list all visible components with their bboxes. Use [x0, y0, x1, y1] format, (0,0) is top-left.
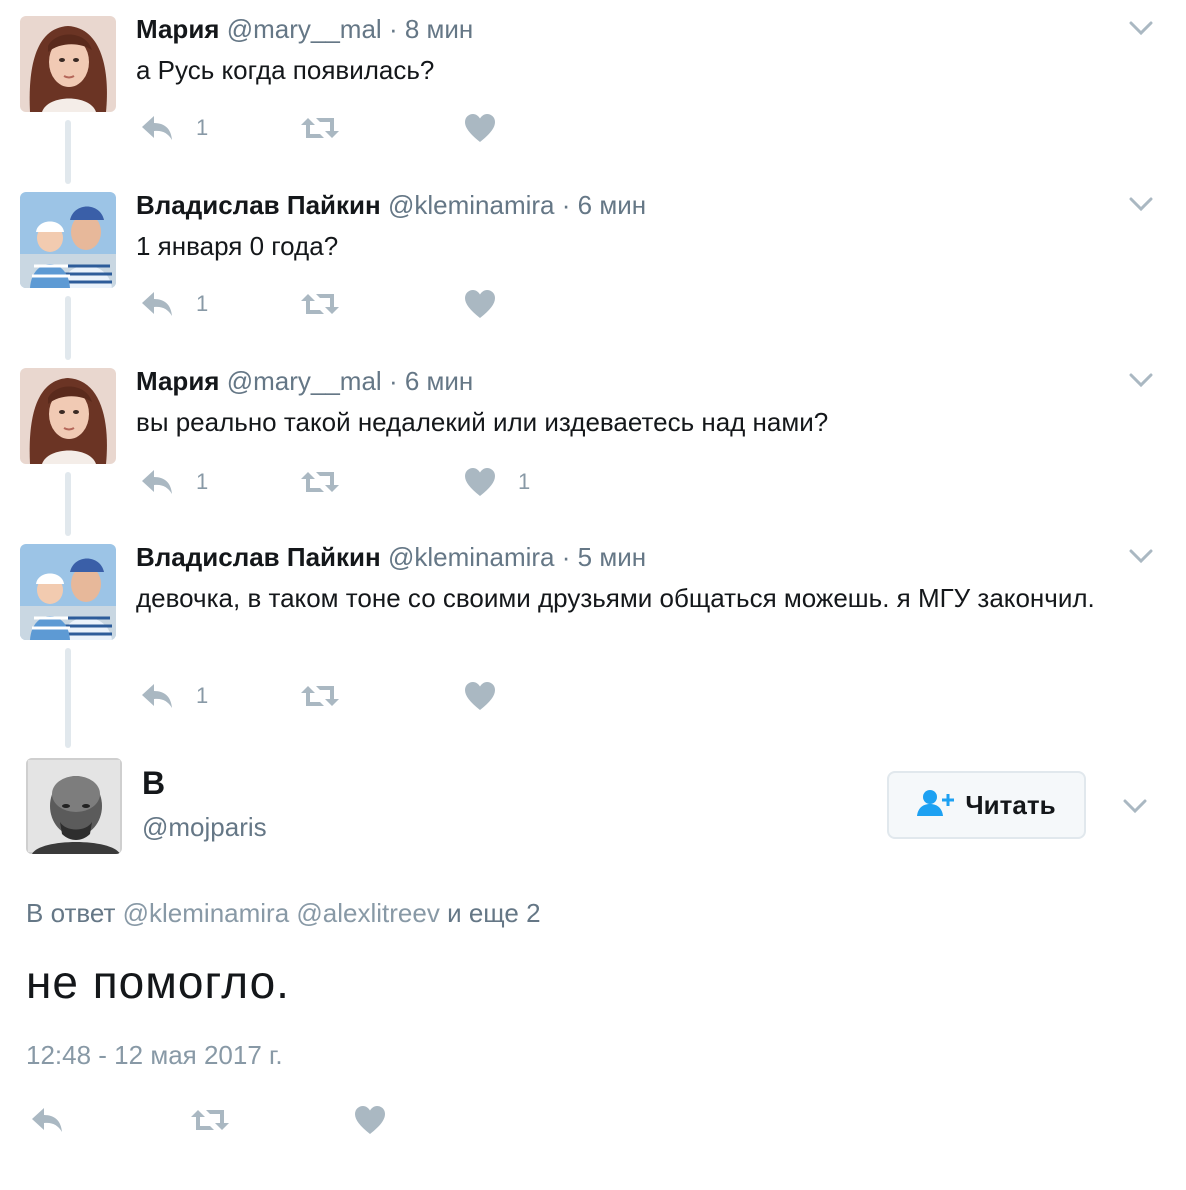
tweet-actions: 1 [136, 108, 636, 148]
author-handle[interactable]: @mary__mal [227, 366, 382, 396]
more-mentions[interactable]: и еще 2 [447, 898, 540, 928]
tweet-timestamp[interactable]: 12:48 - 12 мая 2017 г. [26, 1040, 283, 1071]
like-count: 1 [518, 469, 531, 494]
avatar[interactable] [26, 758, 122, 854]
tweet-time[interactable]: 5 мин [578, 542, 646, 572]
tweet-header: Мария @mary__mal · 6 мин [136, 366, 473, 397]
retweet-icon [300, 290, 340, 318]
add-user-icon [917, 789, 955, 822]
reply-icon [140, 682, 174, 710]
separator-dot: · [561, 190, 571, 220]
like-button[interactable] [354, 1100, 386, 1140]
chevron-down-icon[interactable] [1128, 194, 1154, 214]
heart-icon [464, 113, 496, 143]
tweet-text: а Русь когда появилась? [136, 55, 435, 85]
woman-avatar-image [20, 368, 116, 464]
retweet-button[interactable] [300, 284, 362, 324]
reply-button[interactable] [30, 1100, 64, 1140]
reply-button[interactable]: 1 [140, 676, 208, 716]
tweet-text: девочка, в таком тоне со своими друзьями… [136, 583, 1095, 613]
tweet-time[interactable]: 6 мин [405, 366, 473, 396]
retweet-icon [190, 1106, 230, 1134]
reply-prefix: В ответ [26, 898, 116, 928]
follow-label: Читать [965, 789, 1056, 820]
author-name[interactable]: Мария [136, 14, 219, 44]
mention-link[interactable]: @kleminamira [123, 898, 290, 928]
thread-line [65, 648, 71, 748]
reply-icon [140, 290, 174, 318]
tweet-text: 1 января 0 года? [136, 231, 339, 261]
follow-button[interactable]: Читать [887, 771, 1086, 839]
author-handle[interactable]: @mojparis [142, 812, 267, 843]
separator-dot: · [561, 542, 571, 572]
author-name[interactable]: Владислав Пайкин [136, 542, 381, 572]
reply-count: 1 [196, 291, 209, 316]
man-with-child-avatar-image [20, 544, 116, 640]
reply-icon [30, 1106, 64, 1134]
chevron-down-icon[interactable] [1128, 370, 1154, 390]
heart-icon [464, 467, 496, 497]
author-handle[interactable]: @kleminamira [388, 190, 555, 220]
chevron-down-icon[interactable] [1128, 546, 1154, 566]
reply-button[interactable]: 1 [140, 284, 208, 324]
author-name[interactable]: Мария [136, 366, 219, 396]
reply-icon [140, 114, 174, 142]
heart-icon [464, 289, 496, 319]
mention-link[interactable]: @alexlitreev [296, 898, 439, 928]
retweet-icon [300, 682, 340, 710]
man-with-child-avatar-image [20, 192, 116, 288]
avatar[interactable] [20, 544, 116, 640]
author-name[interactable]: Владислав Пайкин [136, 190, 381, 220]
thread-line [65, 120, 71, 184]
reply-count: 1 [196, 115, 209, 140]
like-button[interactable] [464, 108, 518, 148]
tweet-header: Владислав Пайкин @kleminamira · 5 мин [136, 542, 646, 573]
reply-count: 1 [196, 683, 209, 708]
like-button[interactable]: 1 [464, 462, 530, 502]
bald-man-avatar-image [26, 758, 122, 854]
author-name[interactable]: B [142, 765, 165, 802]
retweet-button[interactable] [190, 1100, 230, 1140]
retweet-icon [300, 114, 340, 142]
retweet-button[interactable] [300, 462, 362, 502]
avatar[interactable] [20, 16, 116, 112]
heart-icon [354, 1105, 386, 1135]
tweet-header: Мария @mary__mal · 8 мин [136, 14, 473, 45]
tweet-actions [26, 1100, 526, 1140]
reply-count: 1 [196, 469, 209, 494]
author-handle[interactable]: @mary__mal [227, 14, 382, 44]
retweet-button[interactable] [300, 676, 362, 716]
like-button[interactable] [464, 676, 518, 716]
separator-dot: · [388, 14, 398, 44]
tweet-text: вы реально такой недалекий или издеваете… [136, 407, 829, 437]
heart-icon [464, 681, 496, 711]
thread-line [65, 296, 71, 360]
reply-icon [140, 468, 174, 496]
separator-dot: · [388, 366, 398, 396]
like-button[interactable] [464, 284, 518, 324]
avatar[interactable] [20, 192, 116, 288]
tweet-actions: 1 1 [136, 462, 636, 502]
main-tweet-text: не помогло. [26, 956, 290, 1008]
author-handle[interactable]: @kleminamira [388, 542, 555, 572]
tweet-actions: 1 [136, 284, 636, 324]
chevron-down-icon[interactable] [1122, 796, 1148, 816]
avatar[interactable] [20, 368, 116, 464]
tweet-time[interactable]: 6 мин [578, 190, 646, 220]
chevron-down-icon[interactable] [1128, 18, 1154, 38]
tweet-header: Владислав Пайкин @kleminamira · 6 мин [136, 190, 646, 221]
reply-button[interactable]: 1 [140, 462, 208, 502]
reply-button[interactable]: 1 [140, 108, 208, 148]
tweet-time[interactable]: 8 мин [405, 14, 473, 44]
thread-line [65, 472, 71, 536]
reply-context: В ответ @kleminamira @alexlitreev и еще … [26, 898, 541, 929]
retweet-button[interactable] [300, 108, 362, 148]
retweet-icon [300, 468, 340, 496]
woman-avatar-image [20, 16, 116, 112]
tweet-actions: 1 [136, 676, 636, 716]
